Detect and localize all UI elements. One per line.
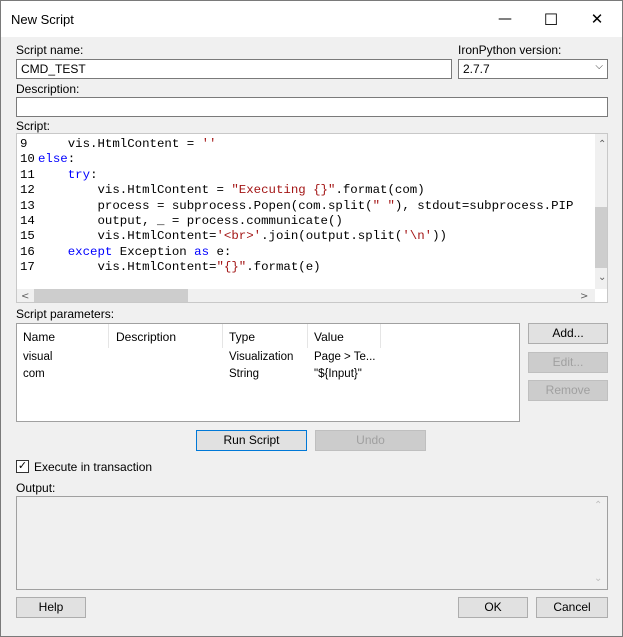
scroll-down-icon[interactable]: ⌄ bbox=[594, 573, 602, 584]
param-name: visual bbox=[23, 351, 53, 363]
scroll-right-icon[interactable]: > bbox=[580, 291, 588, 302]
code-token: : bbox=[67, 152, 76, 167]
scroll-left-icon[interactable]: < bbox=[21, 291, 29, 302]
ironpython-version-label: IronPython version: bbox=[458, 43, 562, 57]
line-number: 12 bbox=[20, 183, 35, 198]
column-divider bbox=[222, 324, 223, 348]
edit-button[interactable]: Edit... bbox=[528, 352, 608, 373]
vertical-scroll-thumb[interactable] bbox=[595, 207, 607, 268]
code-token: Exception bbox=[112, 244, 195, 259]
horizontal-scroll-thumb[interactable] bbox=[34, 289, 188, 302]
code-token: "Executing {}" bbox=[231, 183, 336, 198]
close-icon[interactable]: ✕ bbox=[574, 1, 620, 37]
ironpython-version-value: 2.7.7 bbox=[463, 62, 490, 76]
line-number: 17 bbox=[20, 260, 35, 275]
param-value: "${Input}" bbox=[314, 368, 362, 380]
remove-button[interactable]: Remove bbox=[528, 380, 608, 401]
run-script-button[interactable]: Run Script bbox=[196, 430, 307, 451]
column-header-name[interactable]: Name bbox=[23, 330, 55, 344]
code-token: )) bbox=[432, 229, 447, 244]
column-divider bbox=[307, 324, 308, 348]
code-token: try bbox=[67, 167, 91, 182]
description-label: Description: bbox=[16, 82, 80, 96]
script-name-label: Script name: bbox=[16, 43, 84, 57]
code-token: "{}" bbox=[216, 260, 247, 275]
script-parameters-table: Name Description Type Value visual Visua… bbox=[16, 323, 520, 422]
code-token: .format(e) bbox=[246, 260, 321, 275]
code-token: : bbox=[90, 167, 98, 182]
cancel-button[interactable]: Cancel bbox=[536, 597, 608, 618]
ok-button[interactable]: OK bbox=[458, 597, 528, 618]
description-input[interactable] bbox=[16, 97, 608, 117]
execute-in-transaction-label[interactable]: Execute in transaction bbox=[34, 460, 152, 474]
scroll-up-icon[interactable]: ⌃ bbox=[598, 139, 606, 150]
script-name-input[interactable]: CMD_TEST bbox=[16, 59, 452, 79]
chevron-down-icon: ⌵ bbox=[595, 61, 603, 72]
code-token: '' bbox=[201, 137, 217, 151]
code-text: vis.HtmlContent="{}".format(e) bbox=[38, 260, 321, 275]
add-button[interactable]: Add... bbox=[528, 323, 608, 344]
ironpython-version-select[interactable]: 2.7.7 ⌵ bbox=[458, 59, 608, 79]
script-editor[interactable]: 9 vis.HtmlContent = '' 10 else: 11 try: 12 v… bbox=[16, 133, 608, 303]
code-token: " " bbox=[372, 198, 395, 213]
minimize-icon[interactable]: — bbox=[482, 1, 528, 37]
code-token: '\n' bbox=[402, 229, 433, 244]
code-token: .join(output.split( bbox=[261, 229, 403, 244]
param-type: Visualization bbox=[229, 351, 294, 363]
code-token: except bbox=[67, 244, 113, 259]
line-number: 14 bbox=[20, 214, 35, 228]
code-text: output, _ = process.communicate() bbox=[38, 214, 343, 229]
code-token: vis.HtmlContent = bbox=[38, 137, 202, 151]
column-header-value[interactable]: Value bbox=[314, 330, 344, 344]
window-title: New Script bbox=[11, 12, 74, 27]
code-token: e: bbox=[209, 244, 232, 259]
column-divider bbox=[108, 324, 109, 348]
code-token: vis.HtmlContent = bbox=[38, 183, 232, 198]
code-token: .format(com) bbox=[335, 183, 425, 198]
code-token: process = subprocess.Popen(com.split( bbox=[38, 198, 373, 213]
column-divider bbox=[380, 324, 381, 348]
code-token: '<br>' bbox=[216, 229, 262, 244]
code-text: else: bbox=[38, 152, 75, 167]
param-value: Page > Te... bbox=[314, 351, 376, 363]
undo-button[interactable]: Undo bbox=[315, 430, 426, 451]
output-label: Output: bbox=[16, 481, 56, 495]
output-area[interactable]: ⌃ ⌄ bbox=[16, 496, 608, 590]
new-script-dialog: New Script — ☐ ✕ Script name: CMD_TEST I… bbox=[0, 0, 623, 637]
param-type: String bbox=[229, 368, 260, 380]
column-header-description[interactable]: Description bbox=[116, 330, 176, 344]
line-number: 9 bbox=[20, 137, 28, 151]
code-token: else bbox=[38, 152, 68, 167]
code-text: vis.HtmlContent='<br>'.join(output.split… bbox=[38, 229, 447, 244]
code-text: process = subprocess.Popen(com.split(" "… bbox=[38, 199, 573, 214]
maximize-icon[interactable]: ☐ bbox=[528, 1, 574, 37]
scroll-up-icon[interactable]: ⌃ bbox=[594, 500, 602, 511]
line-number: 11 bbox=[20, 167, 35, 182]
code-token: output, _ = process.communicate() bbox=[38, 214, 343, 228]
column-header-type[interactable]: Type bbox=[229, 330, 255, 344]
code-text: try: bbox=[38, 168, 98, 183]
line-number: 15 bbox=[20, 229, 35, 244]
code-text: except Exception as e: bbox=[38, 244, 232, 260]
code-token: vis.HtmlContent= bbox=[38, 260, 217, 275]
line-number: 13 bbox=[20, 198, 35, 213]
help-button[interactable]: Help bbox=[16, 597, 86, 618]
scroll-down-icon[interactable]: ⌄ bbox=[598, 272, 606, 283]
code-token: vis.HtmlContent= bbox=[38, 229, 217, 244]
code-text: vis.HtmlContent = "Executing {}".format(… bbox=[38, 183, 425, 198]
code-token: ), stdout=subprocess.PIP bbox=[394, 198, 574, 213]
line-number: 10 bbox=[20, 152, 35, 167]
script-label: Script: bbox=[16, 119, 51, 133]
execute-in-transaction-checkbox[interactable]: ✓ bbox=[16, 460, 29, 473]
code-token: as bbox=[194, 244, 210, 259]
param-name: com bbox=[23, 368, 45, 380]
line-number: 16 bbox=[20, 244, 35, 259]
script-parameters-label: Script parameters: bbox=[16, 307, 115, 321]
title-bar: New Script — ☐ ✕ bbox=[1, 1, 622, 37]
code-text: vis.HtmlContent = '' bbox=[38, 137, 217, 152]
